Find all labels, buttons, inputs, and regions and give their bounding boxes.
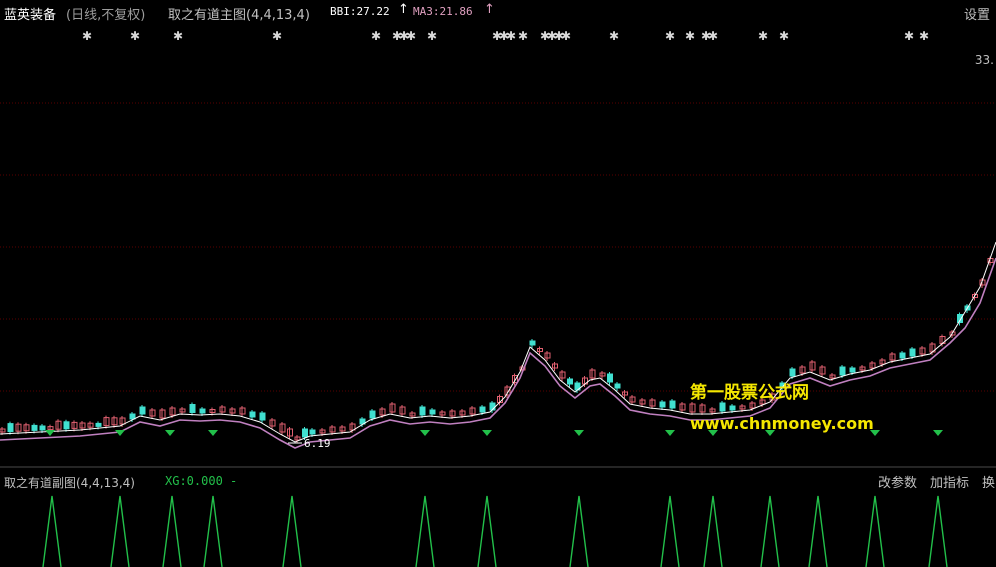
signal-star-icon: ✱: [904, 29, 914, 43]
kline-chart[interactable]: ✱ ✱ ✱ ✱ ✱ ✱✱✱ ✱ ✱✱✱ ✱ ✱✱✱✱ ✱ ✱ ✱ ✱✱ ✱ ✱ ✱ ✱: [0, 0, 996, 567]
candle-body: [839, 366, 846, 376]
buy-signal-icon: [665, 430, 675, 436]
watermark-title: 第一股票公式网: [690, 383, 809, 403]
candle-body: [567, 378, 573, 385]
signal-star-icon: ✱: [609, 29, 619, 43]
xg-spike: [42, 495, 62, 567]
xg-spike: [569, 495, 589, 567]
bbi-line: [0, 241, 996, 443]
candle-body: [614, 383, 621, 389]
candle-body: [199, 408, 206, 414]
xg-spike: [415, 495, 435, 567]
xg-spike: [477, 495, 497, 567]
candle-body: [129, 413, 136, 420]
swap-indicator-button[interactable]: 换: [982, 472, 995, 491]
signal-star-icon: ✱: [371, 29, 381, 43]
xg-value: XG:0.000 -: [165, 474, 238, 488]
watermark-url: www.chnmoney.com: [690, 414, 874, 433]
buy-signal-icon: [574, 430, 584, 436]
signal-star-icon: ✱: [272, 29, 282, 43]
xg-spike: [703, 495, 723, 567]
candle-body: [302, 428, 308, 438]
signal-star-icon: ✱: [427, 29, 437, 43]
candle-body: [259, 412, 266, 421]
signal-star-icon: ✱: [506, 29, 516, 43]
signal-star-icon: ✱: [665, 29, 675, 43]
buy-signal-icon: [45, 430, 55, 436]
candle-body: [899, 352, 906, 359]
buy-signal-icon: [933, 430, 943, 436]
buy-signal-icon: [482, 430, 492, 436]
xg-spike: [808, 495, 828, 567]
signal-star-icon: ✱: [758, 29, 768, 43]
xg-spike: [203, 495, 223, 567]
signal-star-icon: ✱: [518, 29, 528, 43]
add-indicator-button[interactable]: 加指标: [930, 472, 969, 491]
signal-star-icon: ✱: [779, 29, 789, 43]
signal-star-icon: ✱: [561, 29, 571, 43]
price-axis-top-label: 33.: [974, 53, 994, 67]
candle-body: [607, 373, 613, 383]
signal-star-icon: ✱: [82, 29, 92, 43]
xg-spike: [282, 495, 302, 567]
candle-body: [139, 406, 146, 415]
candle-body: [95, 422, 102, 427]
candle-body: [659, 401, 666, 408]
signal-star-icon: ✱: [406, 29, 416, 43]
signal-star-icon: ✱: [173, 29, 183, 43]
xg-spike: [162, 495, 182, 567]
candle-body: [189, 404, 196, 413]
candle-body: [39, 425, 46, 431]
candle-body: [31, 424, 38, 431]
candle-body: [849, 367, 856, 373]
buy-signal-icon: [420, 430, 430, 436]
candle-body: [309, 429, 316, 435]
xg-spike: [660, 495, 680, 567]
candle-body: [909, 348, 916, 357]
signal-star-icon: ✱: [708, 29, 718, 43]
candle-body: [63, 421, 70, 430]
signal-star-icon: ✱: [130, 29, 140, 43]
candle-body: [789, 368, 796, 377]
signal-star-icon: ✱: [919, 29, 929, 43]
xg-spike: [928, 495, 948, 567]
candle-body: [729, 405, 736, 411]
buy-signal-icon: [165, 430, 175, 436]
candle-body: [719, 402, 726, 412]
candle-body: [249, 411, 256, 418]
signal-star-icon: ✱: [685, 29, 695, 43]
change-params-button[interactable]: 改参数: [878, 472, 917, 491]
candle-body: [429, 409, 436, 415]
sub-indicator-name[interactable]: 取之有道副图(4,4,13,4): [4, 474, 135, 491]
buy-signal-icon: [208, 430, 218, 436]
low-price-annotation: 6.19: [304, 437, 331, 450]
candle-body: [7, 423, 14, 433]
xg-spike: [760, 495, 780, 567]
xg-spike: [110, 495, 130, 567]
candle-body: [529, 340, 536, 346]
candle-body: [419, 406, 426, 416]
xg-spike: [865, 495, 885, 567]
candle-body: [369, 410, 376, 419]
candle-body: [479, 406, 486, 413]
candle-body: [669, 400, 676, 409]
